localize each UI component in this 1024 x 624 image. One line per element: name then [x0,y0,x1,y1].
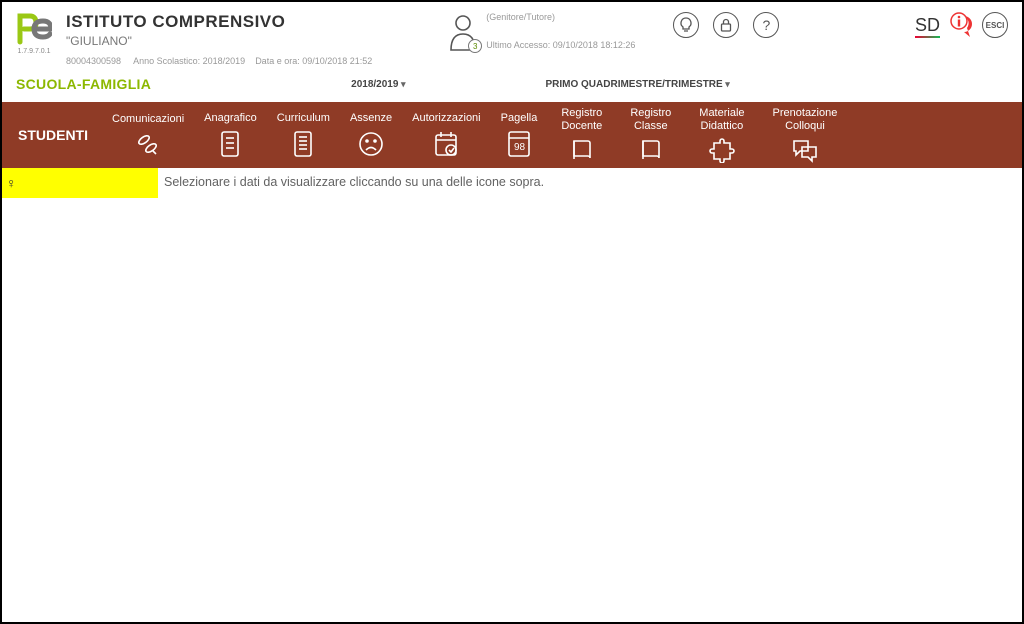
nav-label: Anagrafico [204,112,257,125]
institution-block: ISTITUTO COMPRENSIVO "GIULIANO" 80004300… [66,12,372,66]
nav-materiale-didattico[interactable]: Materiale Didattico [685,107,758,163]
logout-button[interactable]: ESCI [982,12,1008,38]
nav-label: Assenze [350,112,392,125]
report-card-icon: 98 [506,130,532,158]
institution-meta: 80004300598 Anno Scolastico: 2018/2019 D… [66,56,372,66]
nav-anagrafico[interactable]: Anagrafico [194,112,267,157]
book-icon [638,137,664,163]
gender-icon: ♀ [6,175,17,191]
svg-text:98: 98 [514,142,526,153]
nav-comunicazioni[interactable]: Comunicazioni [102,113,194,156]
nav-pagella[interactable]: Pagella 98 [491,112,548,157]
nav-label: Comunicazioni [112,113,184,126]
user-text: (Genitore/Tutore) Ultimo Accesso: 09/10/… [486,12,635,50]
period-selector[interactable]: PRIMO QUADRIMESTRE/TRIMESTRE [545,79,729,90]
user-avatar[interactable]: 3 [446,12,480,57]
nav-prenotazione-colloqui[interactable]: Prenotazione Colloqui [759,107,852,163]
last-access: Ultimo Accesso: 09/10/2018 18:12:26 [486,40,635,50]
list-icon [291,130,315,158]
chat-icon [791,137,819,163]
content-area: ♀ Selezionare i dati da visualizzare cli… [2,168,1022,198]
app-frame: 1.7.9.7.0.1 ISTITUTO COMPRENSIVO "GIULIA… [0,0,1024,624]
nav-autorizzazioni[interactable]: Autorizzazioni [402,112,490,157]
re-logo-icon [16,12,52,46]
nav-label: Autorizzazioni [412,112,480,125]
sub-header: SCUOLA-FAMIGLIA 2018/2019 PRIMO QUADRIME… [2,70,1022,102]
user-block: 3 (Genitore/Tutore) Ultimo Accesso: 09/1… [446,12,635,57]
nav-curriculum[interactable]: Curriculum [267,112,340,157]
calendar-check-icon [433,130,459,158]
pills-icon [135,131,161,157]
school-year: Anno Scolastico: 2018/2019 [133,56,245,66]
nav-label: Registro Classe [630,107,671,133]
help-icon[interactable]: ? [753,12,779,38]
institution-subtitle: "GIULIANO" [66,34,372,48]
content-hint: Selezionare i dati da visualizzare clicc… [158,168,544,189]
year-selector[interactable]: 2018/2019 [351,79,405,90]
book-icon [569,137,595,163]
nav-label: Pagella [501,112,538,125]
top-action-icons: ? [673,12,779,38]
app-version: 1.7.9.7.0.1 [17,48,50,55]
lock-icon[interactable] [713,12,739,38]
header-right: SD ESCI [915,12,1008,38]
nav-students-label: STUDENTI [10,127,102,143]
main-nav: STUDENTI Comunicazioni Anagrafico Curric… [2,102,1022,168]
lightbulb-icon[interactable] [673,12,699,38]
institution-code: 80004300598 [66,56,121,66]
nav-label: Materiale Didattico [699,107,744,133]
header: 1.7.9.7.0.1 ISTITUTO COMPRENSIVO "GIULIA… [2,2,1022,70]
nav-assenze[interactable]: Assenze [340,112,402,157]
nav-registro-classe[interactable]: Registro Classe [616,107,685,163]
user-name-redacted [486,24,606,38]
user-role: (Genitore/Tutore) [486,12,635,22]
nav-label: Curriculum [277,112,330,125]
nav-label: Registro Docente [561,107,602,133]
sd-logo[interactable]: SD [915,15,940,36]
app-logo: 1.7.9.7.0.1 [16,12,52,55]
nav-registro-docente[interactable]: Registro Docente [547,107,616,163]
institution-title: ISTITUTO COMPRENSIVO [66,12,372,32]
section-title: SCUOLA-FAMIGLIA [16,76,151,92]
sad-face-icon [357,130,385,158]
document-icon [218,130,242,158]
puzzle-icon [708,137,736,163]
selected-student-slot[interactable]: ♀ [2,168,158,198]
datetime: Data e ora: 09/10/2018 21:52 [255,56,372,66]
nav-label: Prenotazione Colloqui [773,107,838,133]
info-pin-icon[interactable] [950,12,972,38]
